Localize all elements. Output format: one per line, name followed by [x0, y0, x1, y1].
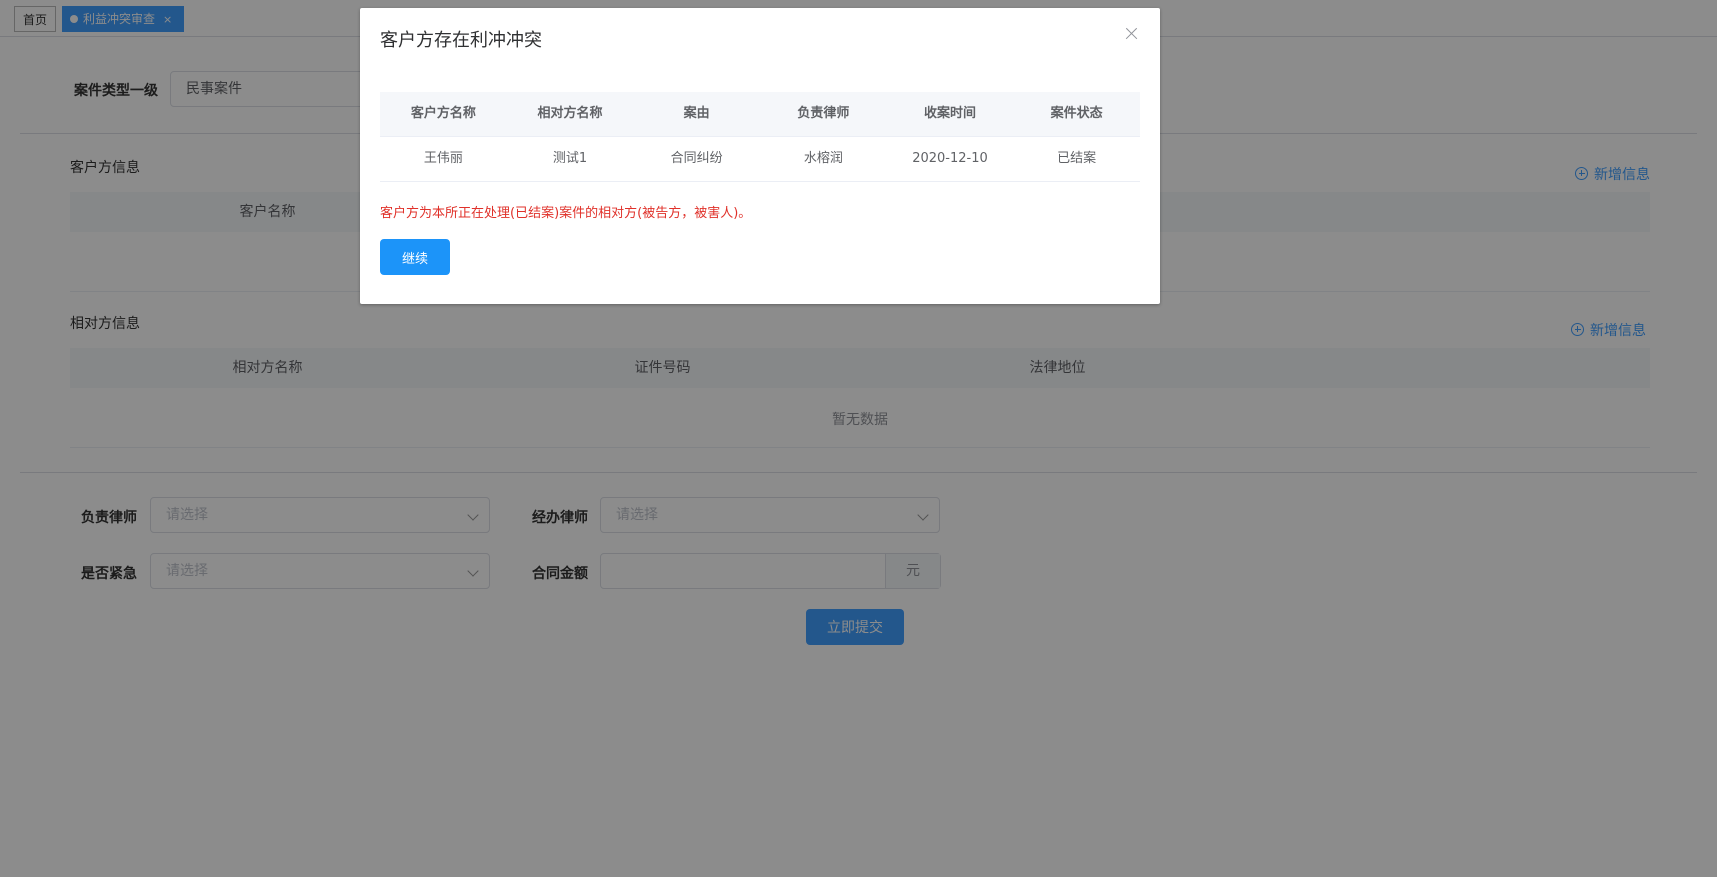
table-row: 王伟丽 测试1 合同纠纷 水榕润 2020-12-10 已结案: [380, 137, 1140, 182]
cell-opponent-party: 测试1: [552, 151, 588, 166]
column-lead-lawyer: 负责律师: [797, 106, 850, 121]
cell-intake-date: 2020-12-10: [912, 151, 988, 166]
conflict-warning: 客户方为本所正在处理(已结案)案件的相对方(被告方，被害人)。: [380, 206, 752, 221]
conflict-table-header: 客户方名称 相对方名称 案由 负责律师 收案时间 案件状态: [380, 92, 1140, 137]
conflict-dialog: 客户方存在利冲冲突 客户方名称 相对方名称 案由 负责律师 收案时间 案件状态 …: [360, 8, 1160, 304]
cell-lead-lawyer: 水榕润: [803, 151, 843, 166]
column-client-party: 客户方名称: [410, 106, 476, 121]
column-cause: 案由: [683, 106, 710, 121]
column-opponent-party: 相对方名称: [537, 106, 603, 121]
conflict-table: 客户方名称 相对方名称 案由 负责律师 收案时间 案件状态 王伟丽 测试1 合同…: [380, 92, 1140, 182]
column-case-status: 案件状态: [1050, 106, 1103, 121]
cell-client-party: 王伟丽: [423, 151, 463, 166]
cell-case-status: 已结案: [1057, 151, 1097, 166]
close-icon[interactable]: [1124, 26, 1140, 42]
cell-cause: 合同纠纷: [670, 151, 723, 166]
column-intake-date: 收案时间: [923, 106, 976, 121]
continue-button[interactable]: 继续: [380, 239, 450, 275]
dialog-title: 客户方存在利冲冲突: [380, 30, 542, 51]
